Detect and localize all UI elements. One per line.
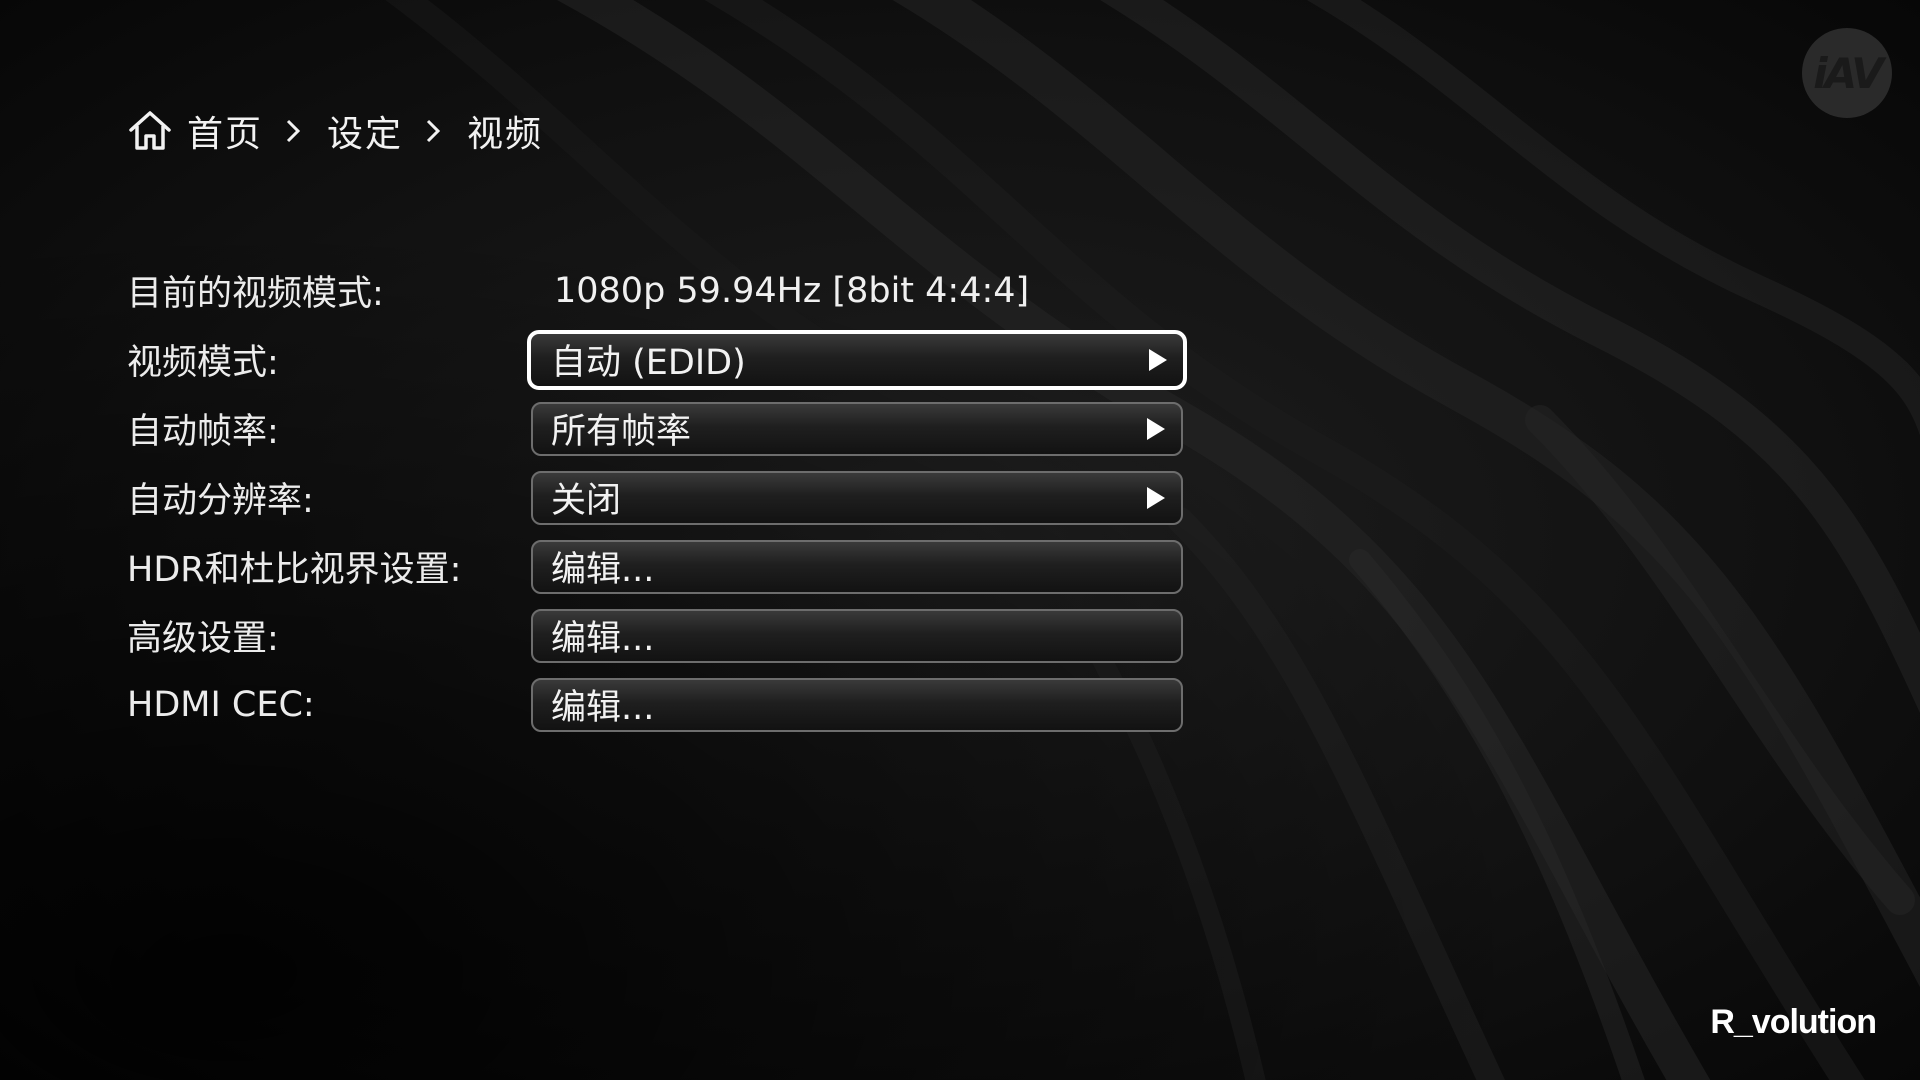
hdr-dolby-vision-edit-label: 编辑... xyxy=(551,550,655,590)
advanced-settings-label: 高级设置: xyxy=(127,619,279,659)
auto-frame-rate-label: 自动帧率: xyxy=(127,412,279,452)
auto-resolution-selector[interactable]: 关闭 xyxy=(531,470,1183,525)
advanced-settings-edit-button[interactable]: 编辑... xyxy=(531,608,1183,663)
video-settings-list: 目前的视频模式: 1080p 59.94Hz [8bit 4:4:4] 视频模式… xyxy=(127,256,1197,739)
hdmi-cec-row: HDMI CEC: 编辑... xyxy=(127,670,1197,739)
iav-logo: iAV xyxy=(1802,28,1892,118)
hdr-dolby-vision-row: HDR和杜比视界设置: 编辑... xyxy=(127,532,1197,601)
breadcrumb-video: 视频 xyxy=(467,114,544,155)
auto-frame-rate-selector[interactable]: 所有帧率 xyxy=(531,401,1183,456)
hdr-dolby-vision-edit-button[interactable]: 编辑... xyxy=(531,539,1183,594)
video-mode-row: 视频模式: 自动 (EDID) xyxy=(127,325,1197,394)
hdr-dolby-vision-label: HDR和杜比视界设置: xyxy=(127,550,462,590)
hdmi-cec-edit-button[interactable]: 编辑... xyxy=(531,677,1183,732)
home-icon[interactable] xyxy=(127,108,173,154)
breadcrumb-home[interactable]: 首页 xyxy=(187,105,263,157)
hdmi-cec-edit-label: 编辑... xyxy=(551,688,655,728)
play-arrow-icon xyxy=(1149,348,1167,371)
current-video-mode-label: 目前的视频模式: xyxy=(127,274,384,314)
advanced-settings-edit-label: 编辑... xyxy=(551,619,655,659)
video-settings-screen: 首页 设定 视频 目前的视频模式: 1080p 59.94Hz [8bit 4:… xyxy=(0,0,1920,1080)
chevron-right-icon xyxy=(426,119,441,143)
auto-resolution-label: 自动分辨率: xyxy=(127,481,314,521)
breadcrumb-settings[interactable]: 设定 xyxy=(327,105,403,157)
video-mode-label: 视频模式: xyxy=(127,343,279,383)
chevron-right-icon xyxy=(286,119,301,143)
current-video-mode-row: 目前的视频模式: 1080p 59.94Hz [8bit 4:4:4] xyxy=(127,256,1197,325)
play-arrow-icon xyxy=(1147,486,1165,509)
hdmi-cec-label: HDMI CEC: xyxy=(127,684,315,725)
video-mode-selector[interactable]: 自动 (EDID) xyxy=(527,329,1187,390)
auto-frame-rate-row: 自动帧率: 所有帧率 xyxy=(127,394,1197,463)
video-mode-value: 自动 (EDID) xyxy=(551,343,746,383)
rvolution-logo: R_volution xyxy=(1710,1003,1877,1041)
advanced-settings-row: 高级设置: 编辑... xyxy=(127,601,1197,670)
play-arrow-icon xyxy=(1147,417,1165,440)
breadcrumb: 首页 设定 视频 xyxy=(127,104,543,158)
current-video-mode-value: 1080p 59.94Hz [8bit 4:4:4] xyxy=(554,270,1030,311)
auto-frame-rate-value: 所有帧率 xyxy=(551,412,692,452)
auto-resolution-row: 自动分辨率: 关闭 xyxy=(127,463,1197,532)
auto-resolution-value: 关闭 xyxy=(551,481,622,521)
